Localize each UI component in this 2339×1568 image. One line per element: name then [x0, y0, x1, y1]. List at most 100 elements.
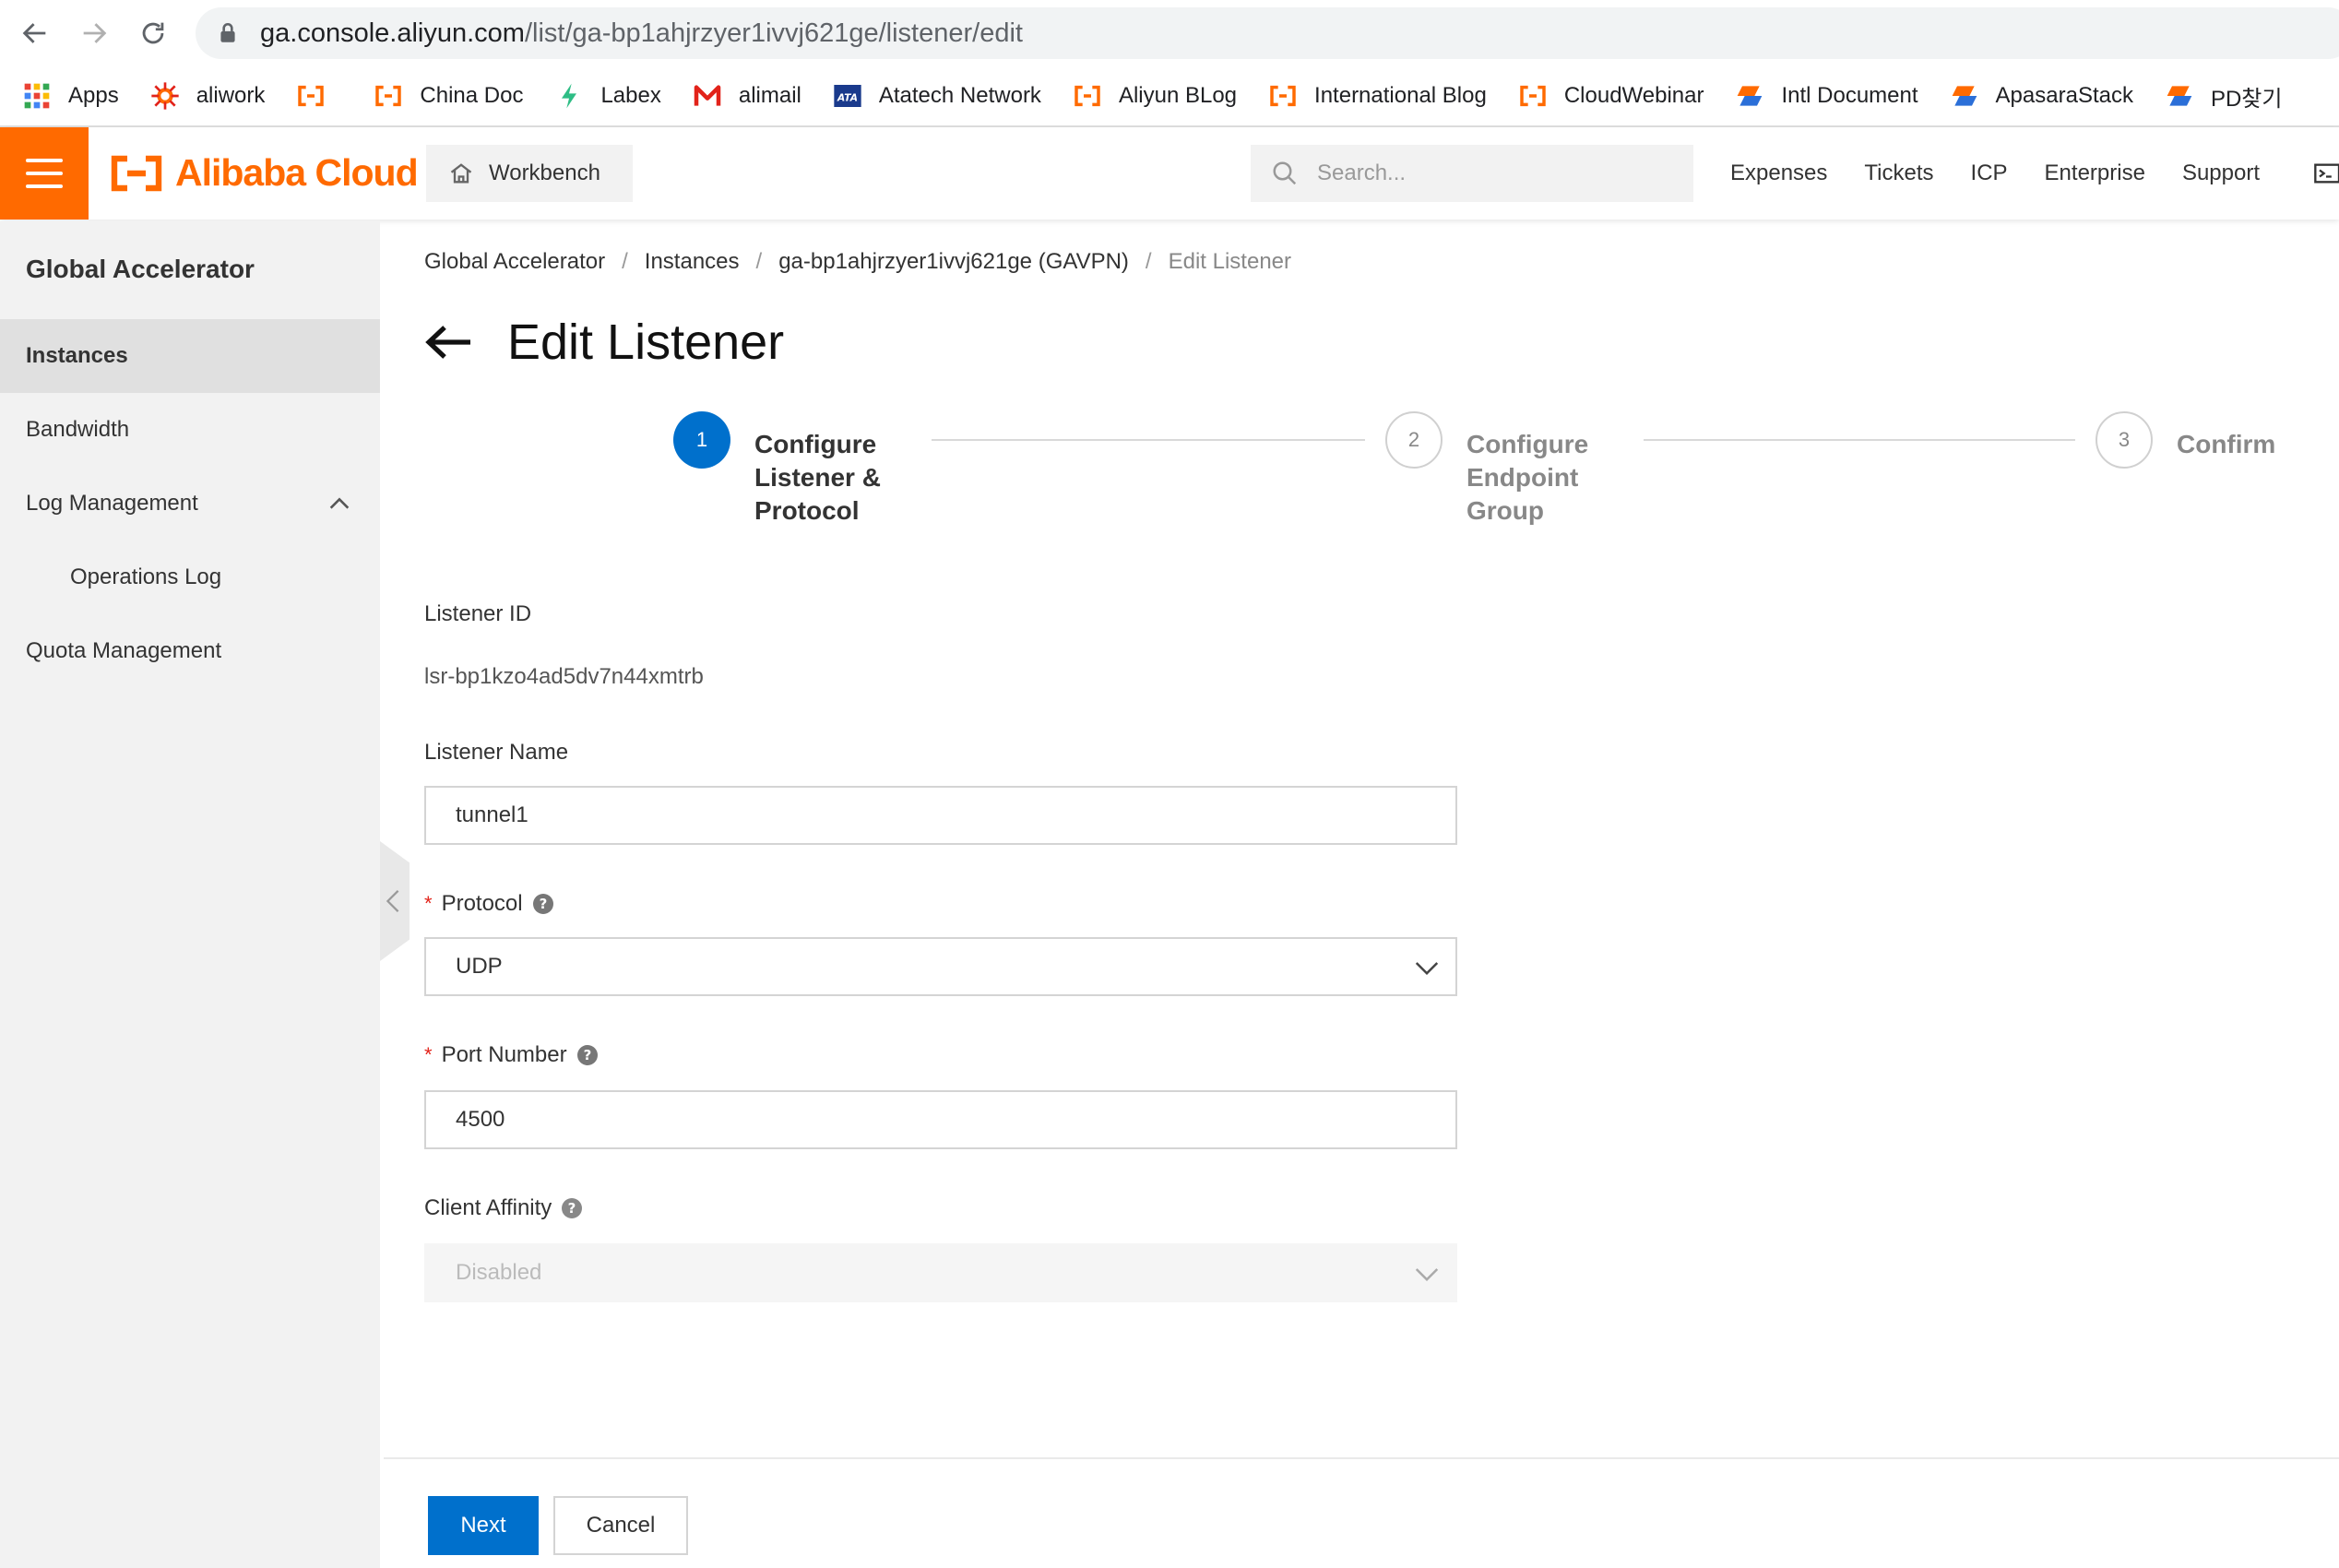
- protocol-select[interactable]: UDP: [424, 937, 1457, 996]
- step-label-line: Protocol: [754, 496, 860, 525]
- cancel-button[interactable]: Cancel: [553, 1496, 688, 1555]
- help-icon[interactable]: ?: [576, 1044, 599, 1066]
- alimail-m-icon: [693, 81, 722, 111]
- client-affinity-label: Client Affinity ?: [424, 1195, 583, 1221]
- sidebar-item-log-management[interactable]: Log Management: [0, 467, 380, 540]
- alibaba-cloud-logo[interactable]: Alibaba Cloud: [109, 151, 419, 195]
- arrow-left-icon: [22, 23, 46, 43]
- address-bar[interactable]: ga.console.aliyun.com/list/ga-bp1ahjrzye…: [196, 7, 2339, 59]
- breadcrumb-separator: /: [755, 249, 763, 274]
- menu-button[interactable]: [0, 127, 89, 220]
- bookmark-apps[interactable]: Apps: [22, 81, 119, 111]
- chevron-up-icon: [329, 497, 350, 509]
- step-label-line: Listener &: [754, 463, 881, 492]
- select-value: UDP: [456, 954, 503, 979]
- help-icon[interactable]: ?: [561, 1197, 583, 1219]
- bookmark-label: International Blog: [1314, 83, 1487, 108]
- bookmark-atatech[interactable]: ATA Atatech Network: [833, 81, 1041, 111]
- bookmark-intl-document[interactable]: Intl Document: [1735, 81, 1918, 111]
- listener-name-input[interactable]: tunnel1: [424, 786, 1457, 845]
- port-number-input[interactable]: 4500: [424, 1090, 1457, 1149]
- bookmark-aliyun-blog[interactable]: Aliyun BLog: [1073, 81, 1237, 111]
- alibaba-cloud-bracket-icon: [374, 81, 403, 111]
- bookmark-label: Aliyun BLog: [1118, 83, 1238, 108]
- reload-button[interactable]: [137, 17, 170, 50]
- bookmark-international-blog[interactable]: International Blog: [1268, 81, 1487, 111]
- back-button[interactable]: [18, 17, 52, 50]
- label-text: Listener Name: [424, 740, 569, 765]
- stack-icon: [1735, 81, 1764, 111]
- sidebar-item-operations-log[interactable]: Operations Log: [0, 540, 380, 614]
- svg-text:?: ?: [568, 1200, 576, 1217]
- step-2-circle: 2: [1385, 411, 1443, 469]
- browser-toolbar: ga.console.aliyun.com/list/ga-bp1ahjrzye…: [0, 0, 2339, 66]
- port-number-label: * Port Number ?: [424, 1042, 599, 1068]
- link-tickets[interactable]: Tickets: [1864, 160, 1933, 186]
- next-button[interactable]: Next: [428, 1496, 539, 1555]
- bookmark-label: Apps: [68, 83, 119, 108]
- bookmark-alibaba[interactable]: [296, 81, 342, 111]
- svg-text:ATA: ATA: [837, 91, 858, 103]
- brand-text: Alibaba Cloud: [175, 151, 419, 194]
- sidebar-item-label: Bandwidth: [26, 417, 130, 442]
- forward-button[interactable]: [77, 17, 111, 50]
- bookmark-apasarastack[interactable]: ApasaraStack: [1950, 81, 2133, 111]
- breadcrumb-instance[interactable]: ga-bp1ahjrzyer1ivvj621ge (GAVPN): [778, 249, 1129, 275]
- arrow-right-icon: [83, 23, 107, 43]
- sidebar-title: Global Accelerator: [26, 255, 255, 283]
- link-support[interactable]: Support: [2182, 160, 2260, 186]
- help-icon[interactable]: ?: [532, 893, 554, 915]
- label-text: Protocol: [441, 891, 523, 916]
- alibaba-cloud-bracket-icon: [296, 81, 326, 111]
- workbench-button[interactable]: Workbench: [426, 145, 633, 202]
- step-2-label: Configure Endpoint Group: [1466, 428, 1588, 528]
- sidebar-item-instances[interactable]: Instances: [0, 319, 380, 393]
- link-icp[interactable]: ICP: [1971, 160, 2008, 186]
- step-label-line: Endpoint: [1466, 463, 1579, 492]
- bookmark-label: aliwork: [196, 83, 266, 108]
- search-input[interactable]: Search...: [1251, 145, 1693, 202]
- sidebar-item-bandwidth[interactable]: Bandwidth: [0, 393, 380, 467]
- back-arrow-icon[interactable]: [424, 324, 472, 361]
- step-1-circle: 1: [673, 411, 730, 469]
- bookmarks-bar: Apps aliwork China Doc Labex alimail ATA…: [0, 66, 2339, 127]
- breadcrumb-global-accelerator[interactable]: Global Accelerator: [424, 249, 605, 275]
- breadcrumb-instances[interactable]: Instances: [645, 249, 740, 275]
- chevron-down-icon: [1415, 1268, 1439, 1282]
- input-value: 4500: [456, 1107, 505, 1132]
- workbench-label: Workbench: [489, 160, 600, 185]
- link-expenses[interactable]: Expenses: [1730, 160, 1827, 186]
- step-1-label: Configure Listener & Protocol: [754, 428, 881, 528]
- terminal-icon[interactable]: [2313, 160, 2339, 186]
- bookmark-label: China Doc: [420, 83, 524, 108]
- sidebar-collapse-toggle[interactable]: [380, 841, 410, 961]
- step-3-label: Confirm: [2177, 428, 2275, 461]
- step-label-line: Confirm: [2177, 430, 2276, 458]
- breadcrumb-separator: /: [622, 249, 628, 274]
- bookmark-label: alimail: [738, 83, 801, 108]
- link-enterprise[interactable]: Enterprise: [2045, 160, 2145, 186]
- label-text: Listener ID: [424, 601, 532, 626]
- bookmark-alimail[interactable]: alimail: [693, 81, 801, 111]
- breadcrumb: Global Accelerator / Instances / ga-bp1a…: [424, 249, 1291, 275]
- step-connector: [1644, 439, 2075, 441]
- bookmark-label: ApasaraStack: [1995, 83, 2133, 108]
- bookmark-china-doc[interactable]: China Doc: [374, 81, 523, 111]
- sidebar-item-quota-management[interactable]: Quota Management: [0, 614, 380, 688]
- listener-name-label: Listener Name: [424, 740, 568, 766]
- step-label-line: Configure: [754, 430, 877, 458]
- select-value: Disabled: [456, 1260, 542, 1285]
- required-marker: *: [424, 892, 433, 915]
- ata-icon: ATA: [833, 81, 862, 111]
- sidebar-item-label: Instances: [26, 343, 128, 368]
- top-links: Expenses Tickets ICP Enterprise Support: [1730, 127, 2297, 220]
- search-placeholder: Search...: [1317, 160, 1407, 185]
- home-icon: [450, 163, 472, 184]
- apps-grid-icon: [22, 81, 52, 111]
- bookmark-pd[interactable]: PD찾기: [2165, 80, 2282, 113]
- sidebar-item-label: Quota Management: [26, 638, 222, 663]
- bookmark-cloudwebinar[interactable]: CloudWebinar: [1518, 81, 1704, 111]
- bookmark-aliwork[interactable]: aliwork: [150, 81, 266, 111]
- search-icon: [1273, 161, 1297, 185]
- bookmark-labex[interactable]: Labex: [554, 81, 661, 111]
